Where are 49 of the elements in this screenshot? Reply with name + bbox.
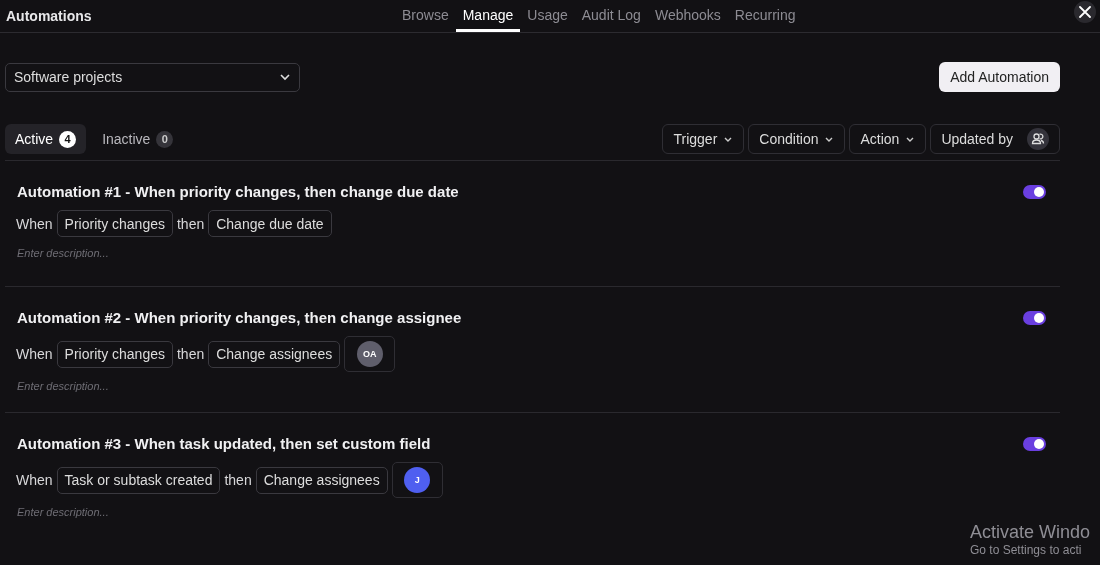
toggle-switch[interactable] xyxy=(1023,436,1046,451)
description-field[interactable]: Enter description... xyxy=(17,378,317,394)
assignee-chip[interactable]: OA xyxy=(344,336,396,372)
people-icon xyxy=(1027,128,1049,150)
toggle-switch[interactable] xyxy=(1023,310,1046,325)
filter-button[interactable]: Trigger xyxy=(662,124,745,154)
trigger-chip[interactable]: Priority changes xyxy=(56,340,173,368)
when-label: When xyxy=(16,215,53,232)
then-label: then xyxy=(176,346,205,362)
then-label: then xyxy=(176,215,205,232)
avatar: J xyxy=(404,467,431,493)
when-label: When xyxy=(16,346,53,362)
nav-tab[interactable]: Usage xyxy=(520,0,575,32)
project-dropdown[interactable]: Software projects xyxy=(5,62,300,92)
when-label: When xyxy=(16,472,53,488)
nav-tab[interactable]: Manage xyxy=(455,0,521,32)
automation-title: Automation #3 - When task updated, then set custom field xyxy=(17,435,431,452)
action-chip[interactable]: Change assignees xyxy=(208,340,341,368)
chevron-down-icon xyxy=(723,135,734,143)
automation-title: Automation #2 - When priority changes, then change assignee xyxy=(17,309,462,326)
nav-tab[interactable]: Audit Log xyxy=(574,0,648,32)
nav-tab[interactable]: Browse xyxy=(395,0,456,32)
toggle-switch[interactable] xyxy=(1023,184,1046,199)
status-tab[interactable]: Active 4 xyxy=(5,124,87,154)
automation-title: Automation #1 - When priority changes, then change due date xyxy=(17,183,459,200)
close-button[interactable] xyxy=(1074,1,1096,23)
assignee-chip[interactable]: J xyxy=(391,462,443,498)
description-field[interactable]: Enter description... xyxy=(17,245,317,261)
avatar: OA xyxy=(356,341,383,367)
app-title: Automations xyxy=(6,8,93,24)
chevron-down-icon xyxy=(905,135,916,143)
nav-tab[interactable]: Recurring xyxy=(727,0,803,32)
trigger-chip[interactable]: Priority changes xyxy=(56,210,173,237)
then-label: then xyxy=(224,472,252,488)
action-chip[interactable]: Change assignees xyxy=(255,466,388,494)
filter-button[interactable]: Action xyxy=(849,124,927,154)
description-field[interactable]: Enter description... xyxy=(17,504,317,520)
chevron-down-icon xyxy=(824,135,835,143)
trigger-chip[interactable]: Task or subtask created xyxy=(56,466,221,494)
filter-button[interactable]: Updated by xyxy=(930,124,1060,154)
activation-notice-title: Activate Windo xyxy=(970,522,1091,543)
filter-button[interactable]: Condition xyxy=(748,124,846,154)
add-automation-button[interactable]: Add Automation xyxy=(939,62,1060,92)
chevron-down-icon xyxy=(279,73,291,81)
status-tab[interactable]: Inactive 0 xyxy=(92,124,184,154)
close-icon xyxy=(1079,6,1091,18)
nav-tab[interactable]: Webhooks xyxy=(647,0,728,32)
activation-notice-text: Go to Settings to acti xyxy=(970,543,1083,557)
action-chip[interactable]: Change due date xyxy=(208,210,332,237)
